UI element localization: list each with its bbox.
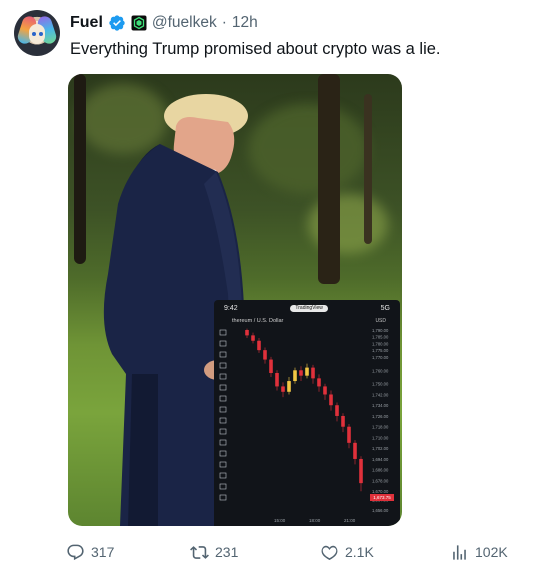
chart-tool-icon[interactable] [219,384,227,391]
candle-body [287,381,291,392]
verified-badge-icon[interactable] [108,14,126,32]
price-tick-label: 1,785.00 [372,335,389,340]
chart-tool-icon[interactable] [219,472,227,479]
chart-tool-icon[interactable] [219,340,227,347]
separator: · [221,14,227,31]
candle-body [329,394,333,406]
time-tick-label: 15:00 [274,518,286,523]
time-tick-label: 21:00 [344,518,356,523]
chart-tool-icon[interactable] [219,406,227,413]
price-tick-label: 1,694.00 [372,457,389,462]
candle-body [251,335,255,341]
price-tick-label: 1,750.00 [372,382,389,387]
tweet-header: Fuel @fuelkek · 12h [70,12,258,34]
time-tick-label: 18:00 [309,518,321,523]
tweet-actions: 317 231 2.1K 102K [66,541,516,563]
chart-tool-icon[interactable] [219,351,227,358]
price-tick-label: 1,742.00 [372,392,389,397]
author-handle[interactable]: @fuelkek [152,14,217,32]
chart-tool-icon[interactable] [219,362,227,369]
candle-body [317,378,321,387]
chart-tool-icon[interactable] [219,428,227,435]
views-button[interactable]: 102K [450,541,508,563]
chart-tool-icon[interactable] [219,483,227,490]
price-tick-label: 1,686.00 [372,468,389,473]
candle-body [311,367,315,379]
chart-tool-icon[interactable] [219,461,227,468]
chart-tool-icon[interactable] [219,494,227,501]
candle-body [335,405,339,416]
candle-body [341,415,345,427]
timestamp[interactable]: 12h [232,14,258,32]
chart-tool-icon[interactable] [219,439,227,446]
retweet-icon [190,545,209,559]
avatar[interactable] [14,10,60,56]
candle-body [359,458,363,484]
chart-tool-icon[interactable] [219,395,227,402]
price-tick-label: 1,770.00 [372,355,389,360]
candle-body [263,350,267,360]
retweet-count: 231 [215,544,239,560]
price-tick-label: 1,718.00 [372,425,389,430]
candle-body [353,442,357,459]
like-count: 2.1K [345,544,374,560]
candle-body [293,370,297,382]
chart-tool-icon[interactable] [219,417,227,424]
like-button[interactable]: 2.1K [320,541,374,563]
candle-body [323,386,327,395]
candle-body [305,367,309,376]
reply-icon [67,544,84,560]
views-count: 102K [475,544,508,560]
chart-tool-icon[interactable] [219,373,227,380]
chart-tool-icon[interactable] [219,450,227,457]
reply-count: 317 [91,544,115,560]
views-chart-icon [453,544,466,560]
affiliate-logo-icon[interactable] [131,15,147,31]
price-tick-label: 1,780.00 [372,341,389,346]
tweet-text: Everything Trump promised about crypto w… [70,40,441,58]
price-tick-label: 1,710.00 [372,435,389,440]
phone-screenshot: 9:42 TradingView 5G thereum / U.S. Dolla… [214,300,400,526]
price-tick-label: 1,726.00 [372,414,389,419]
candle-body [281,386,285,392]
candle-body [275,372,279,387]
tweet-media[interactable]: 9:42 TradingView 5G thereum / U.S. Dolla… [68,74,402,526]
candle-body [347,426,351,443]
price-tick-label: 1,678.00 [372,478,389,483]
candle-body [299,370,303,376]
price-tick-label: 1,656.00 [372,508,389,513]
price-tick-label: 1,702.00 [372,446,389,451]
tweet: Fuel @fuelkek · 12h Everything Trump pro… [0,0,544,574]
author-name[interactable]: Fuel [70,14,103,32]
price-tick-label: 1,790.00 [372,328,389,333]
candle-body [269,359,273,373]
chart-tool-icon[interactable] [219,329,227,336]
candle-body [257,340,261,351]
price-tick-label: 1,760.00 [372,368,389,373]
heart-icon [321,545,338,560]
candle-body [245,330,249,336]
reply-button[interactable]: 317 [66,541,114,563]
candlestick-chart: 1,790.00 1,785.001,780.00 1,775.00 1,770.00… [219,328,389,523]
price-tag: 1,673.75 [370,494,394,501]
price-tick-label: 1,775.00 [372,348,389,353]
retweet-button[interactable]: 231 [190,541,238,563]
price-tick-label: 1,734.00 [372,403,389,408]
